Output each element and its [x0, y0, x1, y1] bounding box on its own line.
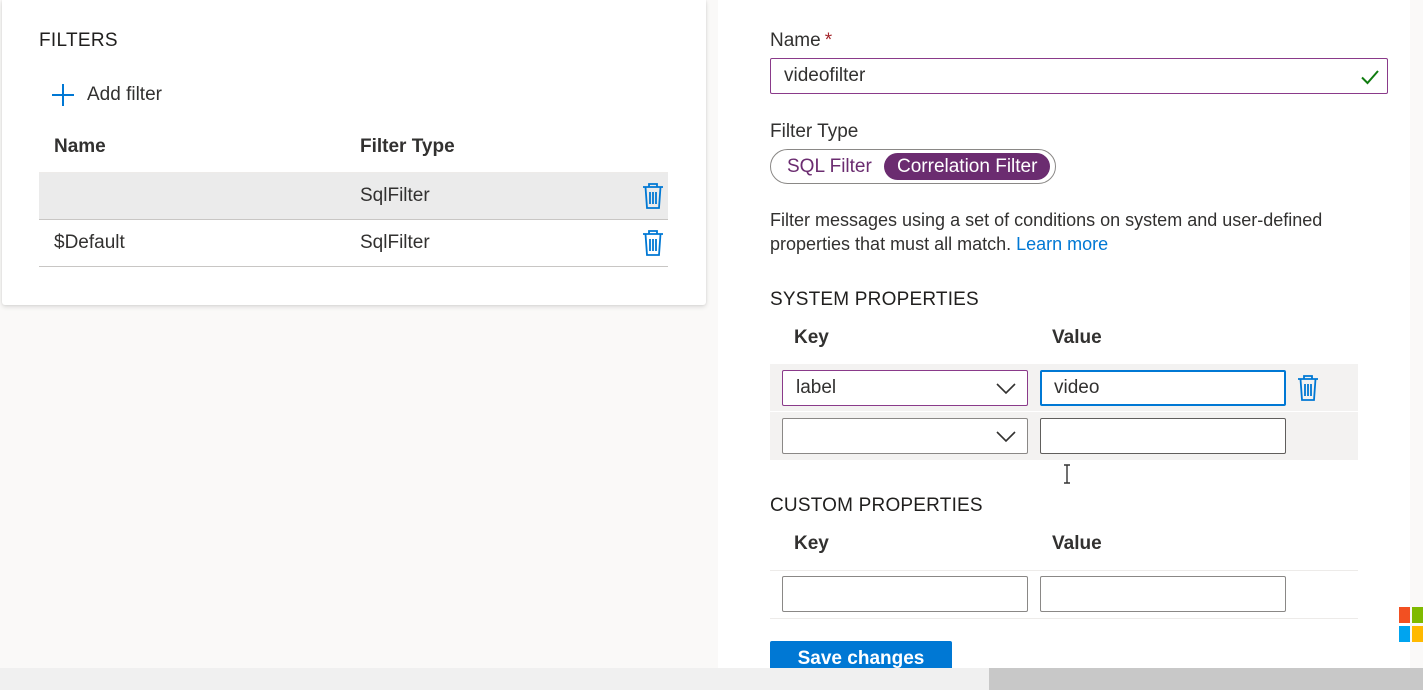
- custom-header-divider: [770, 570, 1358, 571]
- system-properties-title: SYSTEM PROPERTIES: [770, 289, 979, 310]
- system-value-input[interactable]: video: [1040, 370, 1286, 406]
- system-value-text: video: [1054, 377, 1100, 398]
- filters-title: FILTERS: [39, 30, 118, 51]
- learn-more-link[interactable]: Learn more: [1016, 234, 1108, 254]
- trash-icon[interactable]: [642, 182, 664, 210]
- system-key-value: label: [796, 377, 837, 398]
- custom-row-divider: [770, 618, 1358, 619]
- table-row[interactable]: SqlFilter: [39, 173, 668, 220]
- column-header-name: Name: [54, 136, 106, 157]
- row-filter-type: SqlFilter: [360, 232, 430, 253]
- text-cursor-icon: [1062, 464, 1072, 484]
- system-key-header: Key: [794, 327, 829, 348]
- toggle-option-correlation-filter[interactable]: Correlation Filter: [884, 153, 1051, 180]
- checkmark-icon: [1359, 66, 1381, 88]
- custom-key-input[interactable]: [782, 576, 1028, 612]
- filter-type-toggle: SQL Filter Correlation Filter: [770, 149, 1056, 184]
- chevron-down-icon: [995, 380, 1017, 396]
- trash-icon[interactable]: [1297, 374, 1319, 402]
- add-filter-button[interactable]: Add filter: [50, 80, 162, 110]
- custom-value-input[interactable]: [1040, 576, 1286, 612]
- name-field[interactable]: videofilter: [770, 58, 1388, 94]
- horizontal-scrollbar-thumb[interactable]: [989, 668, 1423, 690]
- add-filter-label: Add filter: [87, 84, 162, 105]
- name-field-value: videofilter: [784, 65, 866, 86]
- table-row[interactable]: $Default SqlFilter: [39, 220, 668, 267]
- filter-editor-panel: Name * videofilter Filter Type SQL Filter…: [718, 0, 1410, 677]
- custom-value-header: Value: [1052, 533, 1102, 554]
- row-name: $Default: [54, 232, 125, 253]
- row-filter-type: SqlFilter: [360, 185, 430, 206]
- custom-key-header: Key: [794, 533, 829, 554]
- filters-table: Name Filter Type SqlFilter $Default SqlF…: [39, 126, 668, 267]
- name-label: Name *: [770, 30, 832, 52]
- filter-type-label: Filter Type: [770, 121, 859, 142]
- system-key-dropdown[interactable]: label: [782, 370, 1028, 406]
- required-marker: *: [824, 30, 833, 51]
- custom-properties-title: CUSTOM PROPERTIES: [770, 495, 983, 516]
- plus-icon: [50, 82, 76, 108]
- system-key-dropdown-empty[interactable]: [782, 418, 1028, 454]
- table-header: Name Filter Type: [39, 126, 668, 173]
- filter-description: Filter messages using a set of condition…: [770, 208, 1360, 256]
- filters-card: FILTERS Add filter Name Filter Type SqlF…: [2, 0, 706, 305]
- chevron-down-icon: [995, 428, 1017, 444]
- windows-logo-icon: [1399, 607, 1423, 643]
- system-value-input-empty[interactable]: [1040, 418, 1286, 454]
- row-divider: [770, 411, 1358, 412]
- column-header-filter-type: Filter Type: [360, 136, 455, 157]
- system-value-header: Value: [1052, 327, 1102, 348]
- name-label-text: Name: [770, 30, 821, 51]
- toggle-option-sql-filter[interactable]: SQL Filter: [774, 153, 885, 180]
- trash-icon[interactable]: [642, 229, 664, 257]
